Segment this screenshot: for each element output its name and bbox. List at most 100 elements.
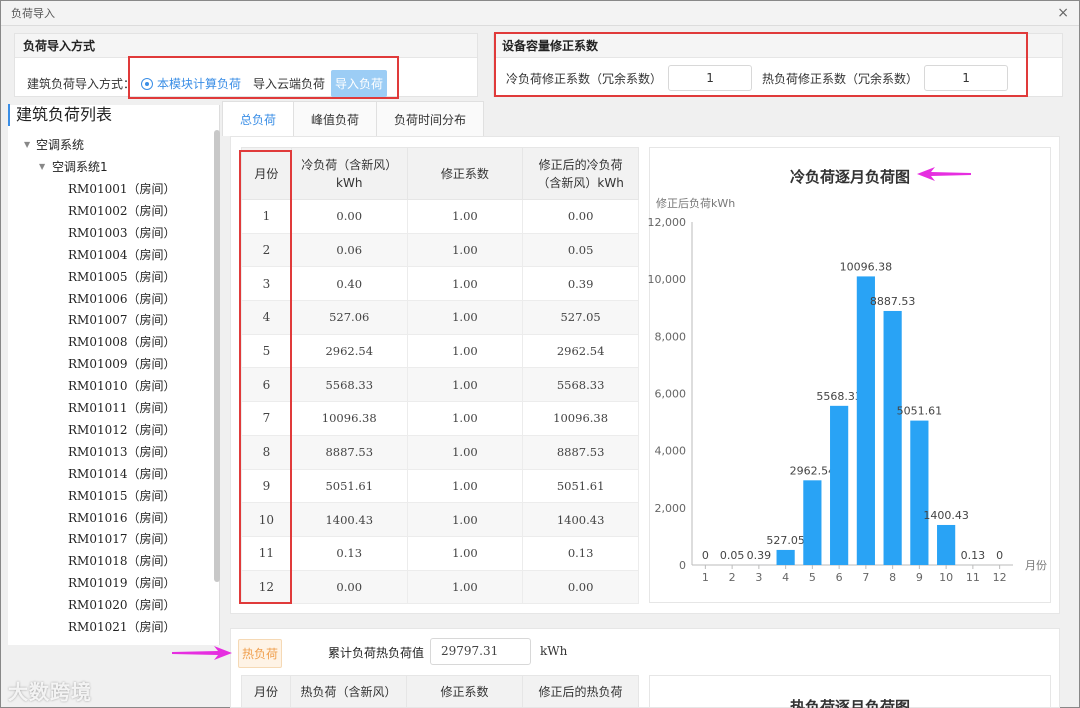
tree-node-room[interactable]: RM01010（房间）: [68, 377, 176, 394]
radio-cloud-import-label: 导入云端负荷: [253, 77, 326, 91]
tree-node-room[interactable]: RM01015（房间）: [68, 487, 176, 504]
tree-node-room[interactable]: RM01013（房间）: [68, 443, 176, 460]
heat-col-corrected-load: 修正后的热负荷: [522, 675, 639, 708]
table-row: 12 0.00 1.00 0.00: [241, 569, 639, 605]
cell-cold-load: 1400.43: [290, 502, 408, 537]
cell-corrected-load: 0.00: [522, 569, 639, 605]
watermark-logo: 大数跨境: [8, 680, 92, 704]
cell-coefficient: 1.00: [406, 468, 524, 504]
cell-coefficient: 1.00: [406, 367, 524, 403]
cell-cold-load: 0.06: [290, 232, 408, 268]
tree-node-room[interactable]: RM01004（房间）: [68, 246, 176, 263]
import-load-button[interactable]: 导入负荷: [331, 70, 388, 97]
table-row: 1 0.00 1.00 0.00: [241, 199, 639, 234]
tree-scrollbar[interactable]: [214, 130, 220, 582]
expand-caret-icon[interactable]: ▼: [24, 140, 30, 149]
capacity-row: 冷负荷修正系数（冗余系数） 1 热负荷修正系数（冗余系数） 1: [506, 65, 1009, 91]
tree-node-system[interactable]: 空调系统1: [52, 158, 108, 175]
arrow-pointer-icon: [917, 167, 971, 181]
capacity-section-title: 设备容量修正系数: [494, 34, 1062, 58]
tree-node-root[interactable]: 空调系统: [36, 136, 84, 153]
tree-node-room[interactable]: RM01008（房间）: [68, 333, 176, 350]
tree-node-room[interactable]: RM01012（房间）: [68, 421, 176, 438]
heat-col-load: 热负荷（含新风）: [290, 675, 407, 708]
tree-node-room[interactable]: RM01009（房间）: [68, 355, 176, 372]
tab-total-load[interactable]: 总负荷: [222, 101, 295, 136]
cell-coefficient: 1.00: [406, 266, 524, 302]
capacity-section: 设备容量修正系数 冷负荷修正系数（冗余系数） 1 热负荷修正系数（冗余系数） 1: [493, 33, 1063, 97]
tab-peak-load[interactable]: 峰值负荷: [293, 101, 378, 136]
col-month: 月份: [241, 147, 292, 200]
load-import-row: 建筑负荷导入方式： 本模块计算负荷 导入云端负荷 导入负荷: [27, 70, 388, 97]
load-import-section-title: 负荷导入方式: [15, 34, 477, 58]
tree-node-room[interactable]: RM01006（房间）: [68, 290, 176, 307]
table-row: 4 527.06 1.00 527.05: [241, 300, 639, 335]
tree-node-room[interactable]: RM01002（房间）: [68, 202, 176, 219]
radio-checked-icon: [141, 77, 154, 90]
cell-corrected-load: 5051.61: [522, 468, 639, 504]
heat-total-input[interactable]: 29797.31: [430, 638, 531, 665]
cell-coefficient: 1.00: [406, 401, 524, 436]
heat-load-badge[interactable]: 热负荷: [238, 639, 283, 668]
col-cold-load: 冷负荷（含新风）kWh: [290, 147, 408, 200]
tree-node-room[interactable]: RM01021（房间）: [68, 618, 176, 635]
cell-month: 1: [241, 199, 292, 234]
table-row: 10 1400.43 1.00 1400.43: [241, 502, 639, 537]
tree-node-room[interactable]: RM01016（房间）: [68, 509, 176, 526]
heat-col-coefficient: 修正系数: [406, 675, 523, 708]
cell-month: 6: [241, 367, 292, 403]
heat-coefficient-label: 热负荷修正系数（冗余系数）: [762, 71, 919, 86]
tree-node-room[interactable]: RM01019（房间）: [68, 574, 176, 591]
radio-module-calc[interactable]: 本模块计算负荷: [141, 75, 241, 92]
cell-month: 8: [241, 434, 292, 470]
cell-coefficient: 1.00: [406, 333, 524, 369]
cell-month: 7: [241, 401, 292, 436]
cell-month: 10: [241, 502, 292, 537]
radio-module-calc-label: 本模块计算负荷: [157, 77, 242, 91]
expand-caret-icon[interactable]: ▼: [39, 162, 45, 171]
load-tabs: 总负荷 峰值负荷 负荷时间分布: [222, 101, 485, 136]
cell-cold-load: 0.40: [290, 266, 408, 302]
arrow-pointer-icon: [172, 646, 232, 660]
table-row: 8 8887.53 1.00 8887.53: [241, 434, 639, 470]
tree-node-room[interactable]: RM01017（房间）: [68, 530, 176, 547]
heat-coefficient-input[interactable]: 1: [924, 65, 1009, 91]
cell-coefficient: 1.00: [406, 199, 524, 234]
cell-corrected-load: 0.13: [522, 535, 639, 571]
cell-corrected-load: 1400.43: [522, 502, 639, 537]
cell-corrected-load: 5568.33: [522, 367, 639, 403]
heat-chart-title: 热负荷逐月负荷图: [790, 698, 911, 708]
tree-title: 建筑负荷列表: [8, 104, 112, 126]
cell-coefficient: 1.00: [406, 569, 524, 605]
tree-node-room[interactable]: RM01001（房间）: [68, 180, 176, 197]
tree-node-room[interactable]: RM01005（房间）: [68, 268, 176, 285]
cell-cold-load: 10096.38: [290, 401, 408, 436]
cell-month: 2: [241, 232, 292, 268]
tree-node-room[interactable]: RM01007（房间）: [68, 311, 176, 328]
tab-load-time-distribution[interactable]: 负荷时间分布: [376, 101, 485, 136]
tree-node-room[interactable]: RM01018（房间）: [68, 552, 176, 569]
col-corrected-cold-load: 修正后的冷负荷（含新风）kWh: [522, 147, 639, 200]
dialog-title: 负荷导入: [11, 7, 55, 20]
load-import-mode-label: 建筑负荷导入方式：: [27, 77, 136, 91]
cell-corrected-load: 0.05: [522, 232, 639, 268]
close-icon[interactable]: ×: [1057, 5, 1069, 21]
table-row: 6 5568.33 1.00 5568.33: [241, 367, 639, 403]
cell-month: 9: [241, 468, 292, 504]
tree-node-room[interactable]: RM01014（房间）: [68, 465, 176, 482]
radio-cloud-import[interactable]: 导入云端负荷: [249, 75, 325, 92]
cold-coefficient-input[interactable]: 1: [668, 65, 753, 91]
cell-month: 11: [241, 535, 292, 571]
cell-cold-load: 527.06: [290, 300, 408, 335]
tree-node-room[interactable]: RM01003（房间）: [68, 224, 176, 241]
cell-coefficient: 1.00: [406, 502, 524, 537]
table-row: 2 0.06 1.00 0.05: [241, 232, 639, 268]
cold-load-table: 月份 冷负荷（含新风）kWh 修正系数 修正后的冷负荷（含新风）kWh 1 0.0…: [241, 147, 639, 605]
tree-node-room[interactable]: RM01020（房间）: [68, 596, 176, 613]
heat-total-unit: kWh: [540, 644, 568, 658]
table-row: 11 0.13 1.00 0.13: [241, 535, 639, 571]
cell-corrected-load: 527.05: [522, 300, 639, 335]
cell-corrected-load: 2962.54: [522, 333, 639, 369]
tree-node-room[interactable]: RM01011（房间）: [68, 399, 176, 416]
cell-coefficient: 1.00: [406, 535, 524, 571]
